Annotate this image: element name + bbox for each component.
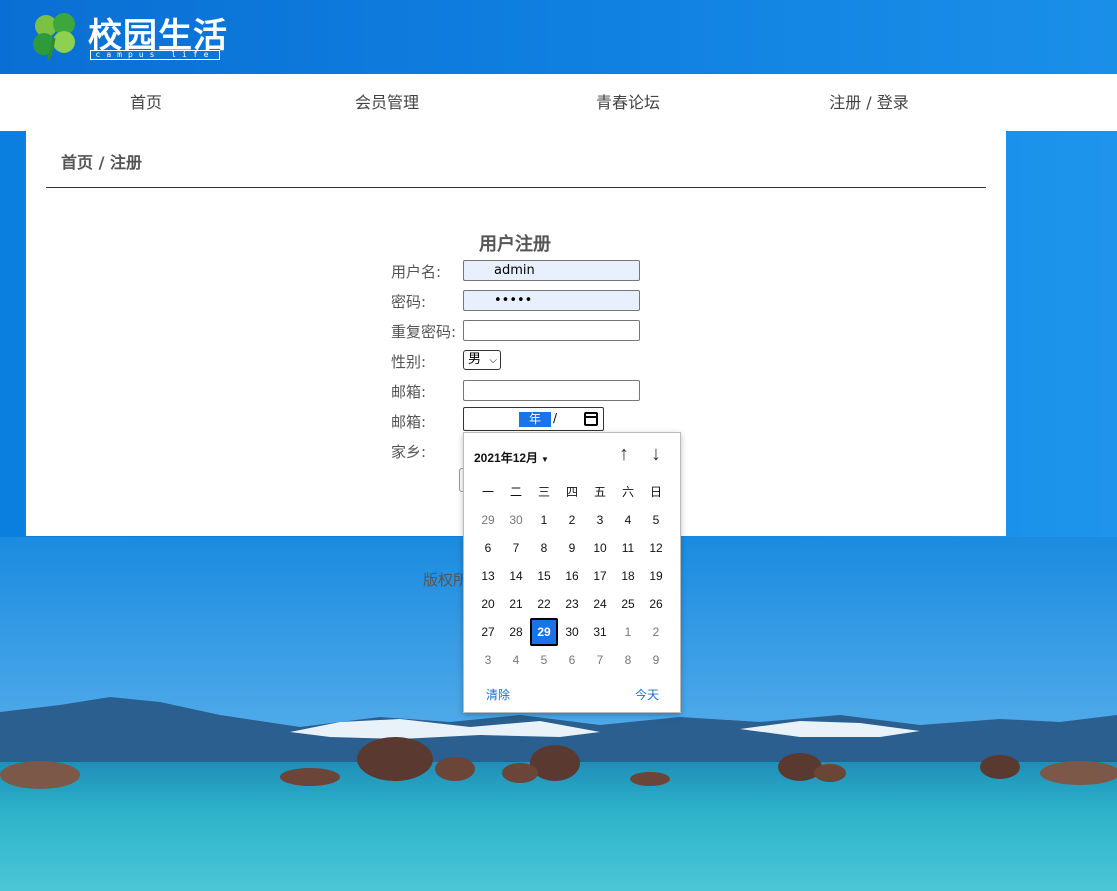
calendar-day[interactable]: 4 [614,506,642,534]
calendar-day[interactable]: 16 [558,562,586,590]
calendar-day[interactable]: 9 [558,534,586,562]
calendar-day[interactable]: 3 [586,506,614,534]
calendar-day[interactable]: 8 [530,534,558,562]
calendar-day[interactable]: 9 [642,646,670,674]
weekday-header: 六 [621,485,634,499]
calendar-day[interactable]: 3 [474,646,502,674]
calendar-day[interactable]: 5 [642,506,670,534]
email-input[interactable] [463,380,640,401]
weekday-header: 三 [537,485,550,499]
email-label: 邮箱: [391,383,427,401]
calendar-day[interactable]: 30 [558,618,586,646]
weekday-header: 日 [649,485,662,499]
calendar-day[interactable]: 7 [502,534,530,562]
logo-subtitle: campus life [90,50,220,60]
calendar-day[interactable]: 27 [474,618,502,646]
hometown-label: 家乡: [391,443,427,461]
password-label: 密码: [391,293,427,311]
repeat-password-label: 重复密码: [391,323,457,341]
form-title: 用户注册 [479,234,551,255]
weekday-header: 二 [509,485,522,499]
nav-item-home[interactable]: 首页 [46,74,246,131]
repeat-password-input[interactable] [463,320,640,341]
nav-item-forum[interactable]: 青春论坛 [528,74,728,131]
calendar-day[interactable]: 8 [614,646,642,674]
username-input[interactable]: admin [463,260,640,281]
arrow-down-icon[interactable]: ↓ [646,443,666,467]
calendar-day[interactable]: 22 [530,590,558,618]
calendar-grid: 一二三四五六日 29 30 1 2 3 4 5 6 7 8 9 10 11 12 13 14 15 16 17 18 19… [474,478,670,674]
calendar-day[interactable]: 10 [586,534,614,562]
weekday-header: 一 [481,485,494,499]
calendar-day[interactable]: 24 [586,590,614,618]
calendar-day[interactable]: 2 [642,618,670,646]
calendar-day[interactable]: 20 [474,590,502,618]
weekday-header: 四 [565,485,578,499]
calendar-icon[interactable] [584,412,598,426]
today-button[interactable]: 今天 [635,686,659,703]
calendar-day[interactable]: 1 [530,506,558,534]
date-year-segment[interactable]: 年 [519,412,551,427]
calendar-day[interactable]: 14 [502,562,530,590]
clover-logo-icon [33,13,75,61]
month-year-selector[interactable]: 2021年12月 ▼ [474,449,549,466]
month-year-label: 2021年12月 [474,451,539,465]
caret-down-icon: ▼ [541,455,549,464]
calendar-day[interactable]: 5 [530,646,558,674]
calendar-day[interactable]: 1 [614,618,642,646]
date-input[interactable]: 年 / [463,407,604,431]
calendar-day[interactable]: 15 [530,562,558,590]
breadcrumb: 首页 / 注册 [61,153,142,172]
arrow-up-icon[interactable]: ↑ [614,443,634,467]
calendar-day[interactable]: 6 [474,534,502,562]
email2-label: 邮箱: [391,413,427,431]
calendar-day[interactable]: 13 [474,562,502,590]
calendar-day[interactable]: 11 [614,534,642,562]
gender-value: 男 [468,352,482,367]
calendar-day[interactable]: 4 [502,646,530,674]
calendar-day[interactable]: 29 [474,506,502,534]
main-nav: 首页 会员管理 青春论坛 注册 / 登录 [0,74,1117,131]
gender-label: 性别: [391,353,427,371]
date-picker-popup: 2021年12月 ▼ ↑ ↓ 一二三四五六日 29 30 1 2 3 4 5 6 7 8 9 10 11 12… [463,432,681,713]
footer-copyright: 版权所 [423,571,469,589]
calendar-day[interactable]: 18 [614,562,642,590]
calendar-day[interactable]: 21 [502,590,530,618]
calendar-day[interactable]: 26 [642,590,670,618]
divider [46,187,986,188]
site-header: 校园生活 campus life [0,0,1117,74]
date-separator: / [553,411,558,425]
weekday-header: 五 [593,485,606,499]
calendar-day[interactable]: 2 [558,506,586,534]
chevron-down-icon: ⌵ [489,355,497,366]
nav-item-members[interactable]: 会员管理 [287,74,487,131]
calendar-day[interactable]: 6 [558,646,586,674]
calendar-day[interactable]: 12 [642,534,670,562]
calendar-day[interactable]: 19 [642,562,670,590]
username-label: 用户名: [391,263,442,281]
calendar-day[interactable]: 29 [530,618,558,646]
site-logo[interactable]: 校园生活 campus life [28,8,228,64]
gender-select[interactable]: 男 ⌵ [463,350,501,370]
calendar-day[interactable]: 28 [502,618,530,646]
calendar-day[interactable]: 25 [614,590,642,618]
calendar-day[interactable]: 17 [586,562,614,590]
calendar-day[interactable]: 7 [586,646,614,674]
nav-item-register-login[interactable]: 注册 / 登录 [769,74,969,131]
calendar-day[interactable]: 30 [502,506,530,534]
clear-button[interactable]: 清除 [486,686,510,703]
calendar-day[interactable]: 31 [586,618,614,646]
calendar-day[interactable]: 23 [558,590,586,618]
password-input[interactable]: ••••• [463,290,640,311]
